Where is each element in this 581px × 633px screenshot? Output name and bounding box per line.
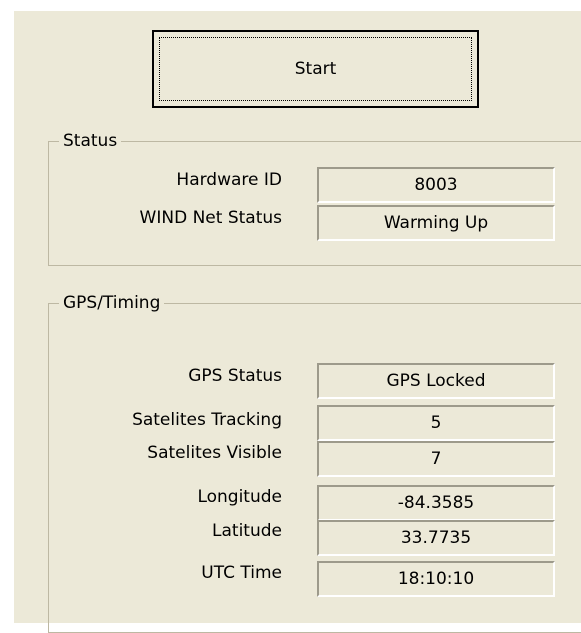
utc-time-field: 18:10:10 (317, 561, 555, 597)
longitude-field: -84.3585 (317, 485, 555, 521)
utc-time-value: 18:10:10 (397, 569, 475, 589)
start-button[interactable]: Start (152, 30, 479, 108)
hardware-id-field: 8003 (317, 167, 555, 203)
hardware-id-value: 8003 (414, 175, 458, 195)
wind-net-status-label: WIND Net Status (139, 208, 282, 228)
longitude-value: -84.3585 (397, 493, 475, 513)
start-button-label: Start (294, 59, 337, 79)
satellites-visible-field: 7 (317, 441, 555, 477)
main-panel: Start Status Hardware ID 8003 WIND Net S… (14, 11, 581, 633)
satellites-tracking-field: 5 (317, 405, 555, 441)
gps-timing-group: GPS/Timing GPS Status GPS Locked Satelit… (48, 292, 581, 633)
status-group: Status Hardware ID 8003 WIND Net Status … (48, 130, 581, 266)
utc-time-label: UTC Time (201, 563, 282, 583)
gps-status-label: GPS Status (188, 366, 282, 386)
latitude-value: 33.7735 (400, 528, 472, 548)
gps-timing-group-title: GPS/Timing (59, 292, 165, 314)
status-group-title: Status (59, 130, 122, 152)
satellites-tracking-value: 5 (430, 413, 442, 433)
hardware-id-label: Hardware ID (176, 170, 282, 190)
wind-net-status-value: Warming Up (383, 213, 489, 233)
satellites-tracking-label: Satelites Tracking (132, 410, 282, 430)
satellites-visible-value: 7 (430, 449, 442, 469)
longitude-label: Longitude (197, 487, 282, 507)
satellites-visible-label: Satelites Visible (147, 443, 282, 463)
gps-status-field: GPS Locked (317, 363, 555, 399)
latitude-field: 33.7735 (317, 520, 555, 556)
latitude-label: Latitude (212, 521, 282, 541)
gps-status-value: GPS Locked (386, 371, 486, 391)
wind-net-status-field: Warming Up (317, 205, 555, 241)
